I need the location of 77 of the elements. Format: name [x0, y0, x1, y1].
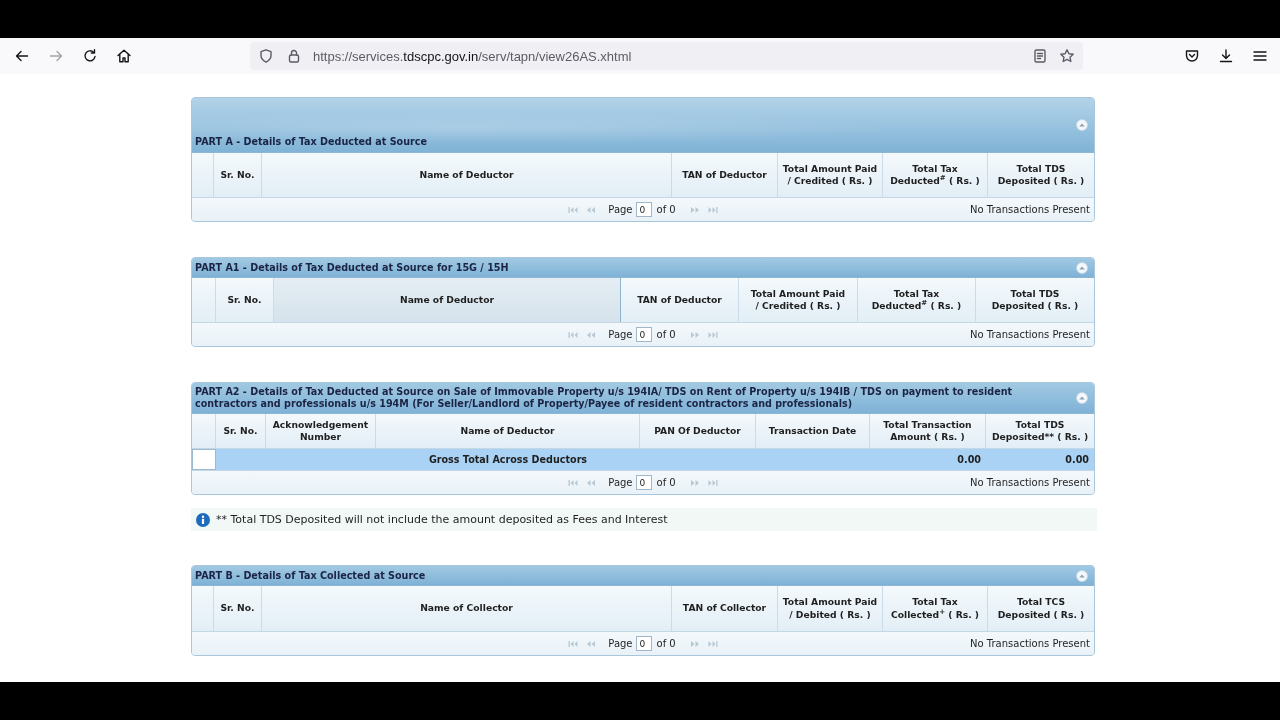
previous-page-icon	[586, 639, 597, 648]
page-label: Page	[608, 204, 633, 215]
first-page-icon	[568, 330, 579, 339]
page-label: Page	[608, 329, 633, 340]
star-icon[interactable]	[1059, 48, 1075, 64]
menu-icon	[1252, 48, 1268, 64]
first-page-icon	[568, 205, 579, 214]
previous-page-icon	[586, 330, 597, 339]
column-header: Total Tax Deducted$^{#}$ ( Rs. )	[883, 153, 988, 197]
column-header: Total Amount Paid / Credited ( Rs. )	[739, 278, 858, 322]
pocket-icon	[1184, 48, 1200, 64]
column-header: Name of Deductor	[376, 414, 640, 448]
status-text: No Transactions Present	[970, 638, 1091, 649]
column-header: Sr. No.	[216, 414, 266, 448]
info-icon	[196, 512, 210, 527]
collapse-icon[interactable]	[1076, 569, 1088, 582]
column-header: TAN of Collector	[672, 586, 778, 631]
page-label: Page	[608, 638, 633, 649]
collapse-icon[interactable]	[1076, 118, 1088, 131]
column-header: Total TDS Deposited ( Rs. )	[996, 161, 1086, 188]
reader-view-icon[interactable]	[1032, 48, 1048, 64]
column-header: Total Transaction Amount ( Rs. )	[870, 414, 986, 448]
collapse-icon[interactable]	[1076, 392, 1088, 404]
last-page-icon	[707, 205, 718, 214]
next-page-icon	[689, 330, 700, 339]
note-text: ** Total TDS Deposited will not include the amount deposited as Fees and Interest	[216, 513, 668, 526]
reload-icon	[82, 48, 98, 64]
column-header: Total TDS Deposited** ( Rs. )	[990, 417, 1090, 444]
home-icon	[116, 48, 132, 64]
next-page-icon	[689, 205, 700, 214]
column-header: Sr. No.	[214, 153, 262, 197]
column-header: Sr. No.	[214, 586, 262, 631]
column-header: Total Tax Deducted$^{#}$ ( Rs. )	[858, 278, 976, 322]
column-header: Total Amount Paid / Credited ( Rs. )	[778, 153, 883, 197]
previous-page-icon	[586, 205, 597, 214]
next-page-icon	[689, 639, 700, 648]
page-count: of 0	[656, 638, 676, 649]
last-page-icon	[707, 478, 718, 487]
column-header: Name of Deductor	[262, 153, 672, 197]
column-header: Name of Collector	[262, 586, 672, 631]
last-page-icon	[707, 330, 718, 339]
panel-title: PART A2 - Details of Tax Deducted at Source on Sale of Immovable Property u/s 194IA/ TDS on Rent of Property u/s 194IB / TDS on payment to resident contractors and professionals u/s 194M (For Seller/Landlord of Property/Payee of resident contractors and professionals)	[195, 386, 1014, 410]
status-text: No Transactions Present	[970, 329, 1091, 340]
column-header: Total Tax Collected$^{+}$ ( Rs. )	[883, 586, 988, 631]
column-header: Name of Deductor	[274, 278, 621, 322]
shield-icon	[258, 48, 274, 64]
page-label: Page	[608, 477, 633, 488]
column-header: TAN of Deductor	[672, 153, 778, 197]
lock-icon	[286, 48, 302, 64]
first-page-icon	[568, 639, 579, 648]
page-count: of 0	[656, 329, 676, 340]
column-header: Acknowledgement Number	[266, 414, 376, 448]
column-header: Total TDS Deposited ( Rs. )	[990, 286, 1080, 313]
status-text: No Transactions Present	[970, 204, 1091, 215]
previous-page-icon	[586, 478, 597, 487]
status-text: No Transactions Present	[970, 477, 1091, 488]
column-header: Transaction Date	[756, 414, 870, 448]
url-text: https://services.tdscpc.gov.in/serv/tapn/view26AS.xhtml	[313, 48, 633, 64]
download-icon	[1218, 48, 1234, 64]
last-page-icon	[707, 639, 718, 648]
table-cell: 0.00	[1065, 454, 1089, 465]
panel-title: PART B - Details of Tax Collected at Source	[195, 569, 427, 582]
column-header: Total TCS Deposited ( Rs. )	[996, 595, 1086, 622]
back-arrow-icon	[14, 48, 30, 64]
next-page-icon	[689, 478, 700, 487]
table-cell: Gross Total Across Deductors	[428, 454, 588, 465]
page-count: of 0	[656, 477, 676, 488]
collapse-icon[interactable]	[1076, 261, 1088, 274]
first-page-icon	[568, 478, 579, 487]
column-header: PAN Of Deductor	[640, 414, 756, 448]
table-cell: 0.00	[957, 454, 981, 465]
column-header: TAN of Deductor	[621, 278, 739, 322]
column-header: Total Amount Paid / Debited ( Rs. )	[778, 586, 883, 631]
address-bar[interactable]: https://services.tdscpc.gov.in/serv/tapn/view26AS.xhtml	[250, 42, 1083, 70]
page-count: of 0	[656, 204, 676, 215]
panel-title: PART A1 - Details of Tax Deducted at Source for 15G / 15H	[195, 261, 510, 274]
panel-title: PART A - Details of Tax Deducted at Source	[195, 136, 428, 148]
